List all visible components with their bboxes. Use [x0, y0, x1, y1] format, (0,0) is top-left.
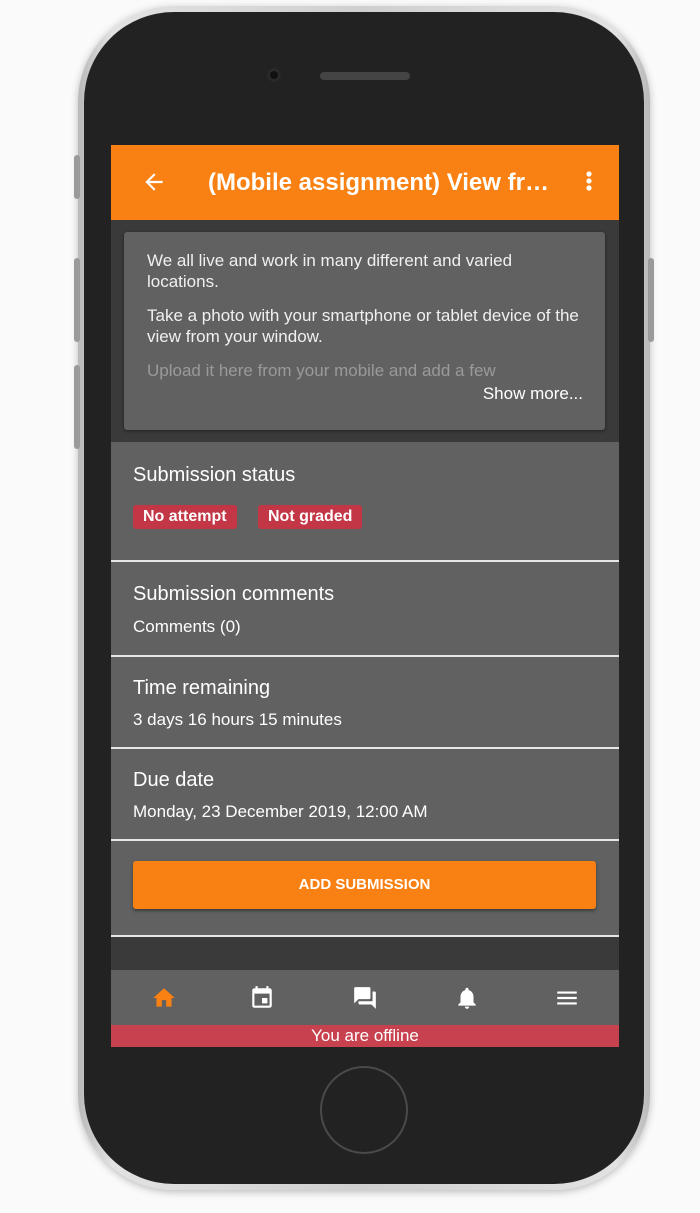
section-title: Submission status — [133, 464, 296, 486]
volume-up-button — [74, 258, 80, 342]
show-more-link[interactable]: Show more... — [474, 384, 583, 404]
assignment-description: We all live and work in many different a… — [124, 232, 605, 430]
offline-banner: You are offline — [111, 1025, 619, 1047]
comments-count: Comments (0) — [133, 617, 241, 636]
section-title: Submission comments — [133, 583, 335, 605]
grading-badge: Not graded — [258, 505, 363, 529]
status-badge: No attempt — [133, 505, 237, 529]
tab-more[interactable] — [535, 970, 595, 1025]
tab-calendar[interactable] — [231, 970, 291, 1025]
messages-icon — [354, 987, 376, 1009]
due-date-section: Due date Monday, 23 December 2019, 12:00… — [111, 749, 619, 839]
submission-status-section: Submission status No attempt Not graded — [111, 442, 619, 560]
home-icon — [153, 988, 175, 1007]
bottom-tab-bar — [111, 970, 619, 1025]
menu-icon — [557, 991, 577, 1005]
home-button[interactable] — [320, 1066, 408, 1154]
page-title: (Mobile assignment) View from your windo… — [208, 169, 558, 196]
section-title: Time remaining — [133, 677, 271, 699]
tab-notifications[interactable] — [436, 970, 496, 1025]
front-camera — [267, 68, 281, 82]
section-title: Due date — [133, 769, 215, 791]
more-vertical-icon[interactable] — [583, 169, 595, 197]
description-text: We all live and work in many different a… — [147, 250, 587, 394]
content-area: We all live and work in many different a… — [111, 220, 619, 970]
due-date-value: Monday, 23 December 2019, 12:00 AM — [133, 802, 428, 821]
volume-down-button — [74, 365, 80, 449]
mute-switch — [74, 155, 80, 199]
earpiece-speaker — [320, 72, 410, 80]
add-submission-button[interactable]: ADD SUBMISSION — [133, 861, 596, 909]
power-button — [648, 258, 654, 342]
actions-section: ADD SUBMISSION — [111, 841, 619, 935]
calendar-icon — [252, 986, 272, 1008]
tab-messages[interactable] — [333, 970, 393, 1025]
description-paragraph: Take a photo with your smartphone or tab… — [147, 306, 579, 346]
description-paragraph: We all live and work in many different a… — [147, 251, 513, 291]
tab-home[interactable] — [133, 970, 193, 1025]
time-remaining-section: Time remaining 3 days 16 hours 15 minute… — [111, 657, 619, 747]
app-screen: (Mobile assignment) View from your windo… — [111, 145, 619, 1047]
divider — [111, 935, 619, 937]
time-remaining-value: 3 days 16 hours 15 minutes — [133, 710, 342, 729]
app-header: (Mobile assignment) View from your windo… — [111, 145, 619, 220]
description-paragraph: Upload it here from your mobile and add … — [147, 361, 496, 380]
bell-icon — [458, 987, 476, 1009]
arrow-back-icon[interactable] — [141, 169, 167, 195]
submission-comments-section[interactable]: Submission comments Comments (0) — [111, 562, 619, 655]
